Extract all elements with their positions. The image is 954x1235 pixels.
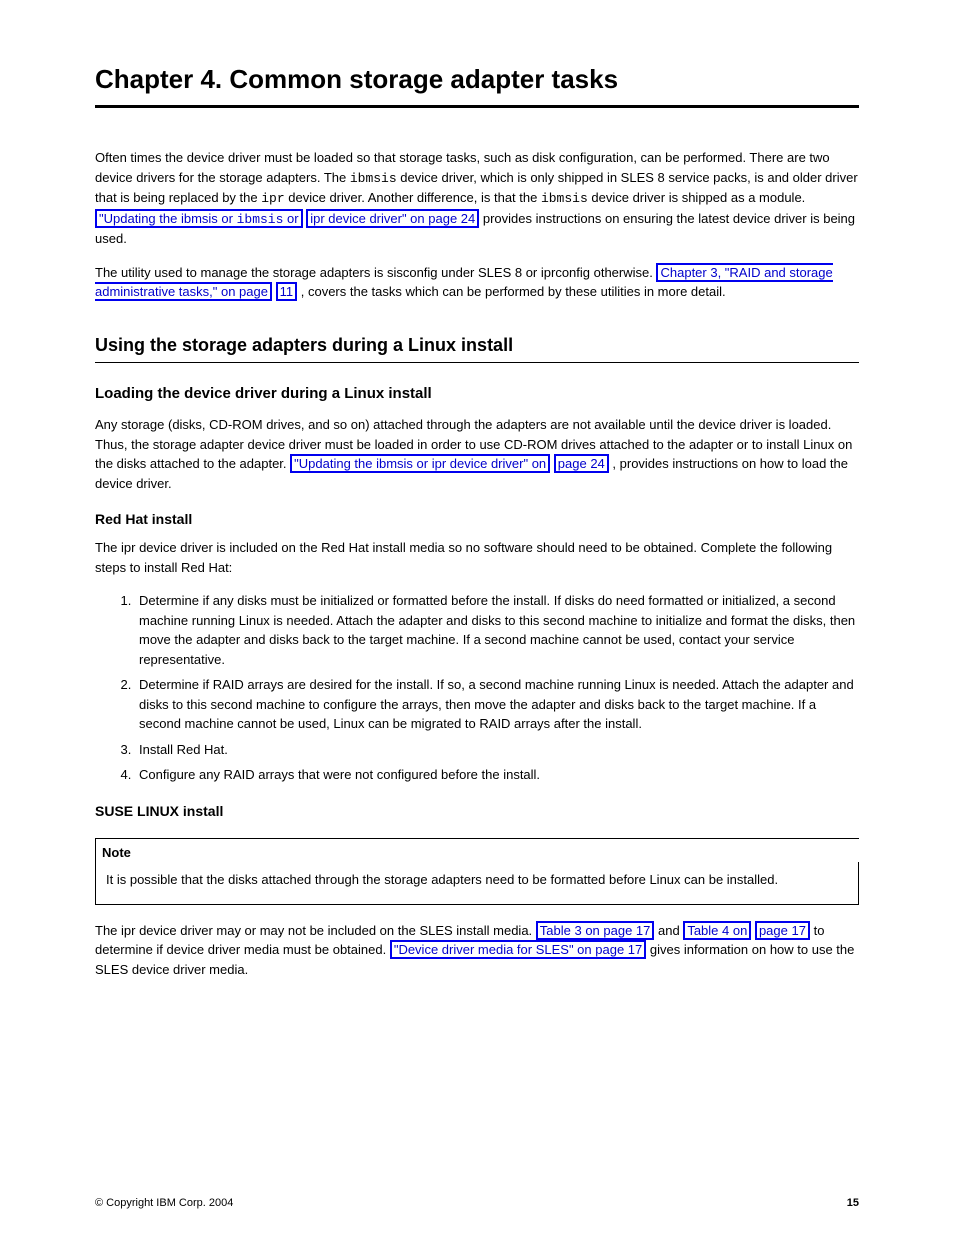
- text: device driver. Another difference, is th…: [288, 190, 541, 205]
- list-item: Determine if RAID arrays are desired for…: [135, 675, 859, 734]
- footer: © Copyright IBM Corp. 2004 15: [95, 1195, 859, 1212]
- list-item: Configure any RAID arrays that were not …: [135, 765, 859, 785]
- intro-paragraph-2: The utility used to manage the storage a…: [95, 263, 859, 302]
- section-title-using-adapters: Using the storage adapters during a Linu…: [95, 332, 859, 363]
- link-chapter3-b[interactable]: 11: [276, 282, 298, 301]
- list-item: Install Red Hat.: [135, 740, 859, 760]
- text: The utility used to manage the storage a…: [95, 265, 656, 280]
- code-ipr: ipr: [261, 191, 284, 206]
- redhat-steps-list: Determine if any disks must be initializ…: [135, 591, 859, 785]
- link-table3[interactable]: Table 3 on page 17: [536, 921, 655, 940]
- code-ibmsis: ibmsis: [350, 171, 397, 186]
- subsection-loading-driver: Loading the device driver during a Linux…: [95, 383, 859, 406]
- redhat-intro: The ipr device driver is included on the…: [95, 538, 859, 577]
- link-update-driver-1[interactable]: "Updating the ibmsis or ibmsis or: [95, 209, 303, 228]
- text: The ipr device driver may or may not be …: [95, 923, 536, 938]
- note-label: Note: [95, 838, 141, 863]
- sles-paragraph: The ipr device driver may or may not be …: [95, 921, 859, 980]
- page-number: 15: [847, 1195, 859, 1212]
- text: device driver is shipped as a module.: [591, 190, 805, 205]
- code-ibmsis: ibmsis: [541, 191, 588, 206]
- sles-title: SUSE LINUX install: [95, 801, 859, 822]
- link-update-driver-2[interactable]: ipr device driver" on page 24: [306, 209, 479, 228]
- note-block: Note It is possible that the disks attac…: [95, 838, 859, 905]
- text: and: [658, 923, 683, 938]
- copyright: © Copyright IBM Corp. 2004: [95, 1195, 233, 1212]
- list-item: Determine if any disks must be initializ…: [135, 591, 859, 669]
- link-table4-b[interactable]: page 17: [755, 921, 810, 940]
- link-update-driver-4[interactable]: page 24: [554, 454, 609, 473]
- link-driver-media[interactable]: "Device driver media for SLES" on page 1…: [390, 940, 646, 959]
- link-update-driver-3[interactable]: "Updating the ibmsis or ipr device drive…: [290, 454, 550, 473]
- redhat-title: Red Hat install: [95, 509, 859, 530]
- intro-paragraph-1: Often times the device driver must be lo…: [95, 148, 859, 249]
- note-body: It is possible that the disks attached t…: [95, 862, 859, 904]
- rule: [141, 838, 859, 839]
- text: , covers the tasks which can be performe…: [301, 284, 726, 299]
- link-table4-a[interactable]: Table 4 on: [683, 921, 751, 940]
- loading-driver-paragraph: Any storage (disks, CD-ROM drives, and s…: [95, 415, 859, 493]
- chapter-title: Chapter 4. Common storage adapter tasks: [95, 60, 859, 108]
